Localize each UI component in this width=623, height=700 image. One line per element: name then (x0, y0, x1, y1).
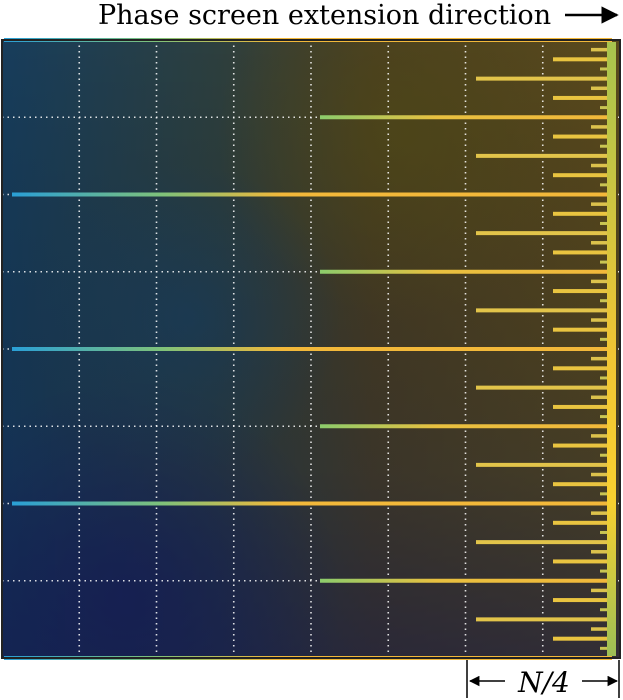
stripe-level-3 (476, 462, 612, 467)
stripe-level-4 (553, 482, 612, 487)
figure-title: Phase screen extension direction (98, 0, 551, 31)
scale-bar: N/4 (466, 660, 620, 699)
stripe-level-3 (476, 231, 612, 236)
phase-screen-figure: Phase screen extension direction N/4 (1, 0, 621, 699)
stripe-level-2 (320, 269, 612, 274)
stripe-level-4 (553, 95, 612, 100)
stripe-level-4 (553, 598, 612, 603)
stripe-level-4 (553, 327, 612, 332)
stripe-level-4 (553, 134, 612, 139)
stripe-level-4 (553, 636, 612, 641)
stripe-level-3 (476, 76, 612, 81)
stripe-level-2 (320, 578, 612, 583)
scale-bar-label: N/4 (517, 666, 570, 699)
stripe-level-4 (553, 559, 612, 564)
extension-edge-band (607, 42, 616, 656)
stripe-level-1 (12, 501, 612, 506)
stripe-level-3 (476, 308, 612, 313)
stripe-level-3 (476, 153, 612, 158)
stripe-level-4 (553, 520, 612, 525)
stripe-level-3 (476, 617, 612, 622)
stripe-level-4 (553, 289, 612, 294)
stripe-level-1 (12, 347, 612, 351)
stripe-level-1 (12, 192, 612, 197)
stripe-level-3 (476, 385, 612, 390)
stripe-level-4 (553, 404, 612, 409)
stripe-level-2 (320, 424, 612, 429)
stripe-level-4 (553, 250, 612, 255)
stripe-level-2 (320, 115, 612, 120)
stripe-level-4 (553, 443, 612, 448)
stripe-level-4 (553, 211, 612, 216)
stripe-level-4 (553, 57, 612, 62)
stripe-level-3 (476, 540, 612, 545)
stripe-level-4 (553, 173, 612, 178)
stripe-level-4 (553, 366, 612, 371)
